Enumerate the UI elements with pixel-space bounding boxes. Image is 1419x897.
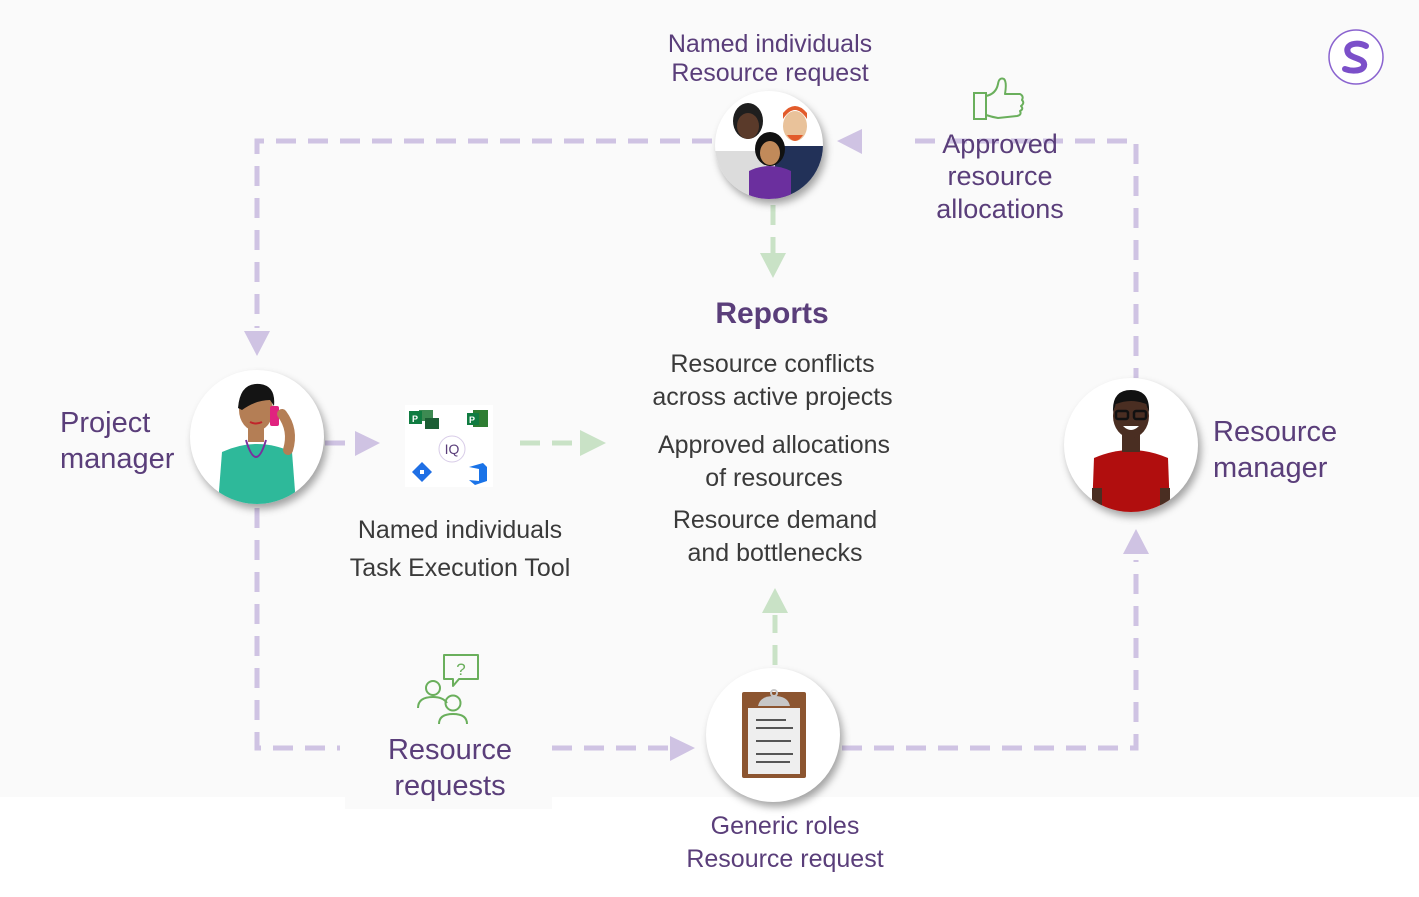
thumbs-up-icon — [972, 76, 1026, 122]
arrowhead-up-reports — [762, 588, 788, 613]
arrowhead-right-clipboard — [670, 736, 695, 761]
arrowhead-up-rm — [1123, 529, 1149, 554]
connector-clipboard-to-rm — [842, 560, 1139, 751]
named-individuals-line1: Named individuals — [667, 30, 873, 58]
arrowhead-down-pm — [244, 331, 270, 356]
clipboard-icon — [742, 689, 806, 778]
resource-manager-illustration — [1092, 390, 1170, 512]
svg-text:P: P — [469, 415, 475, 425]
approved-line2: resource — [947, 161, 1053, 192]
jira-icon — [412, 462, 432, 482]
resource-requests-label: Resource requests — [360, 732, 540, 805]
logo — [1328, 29, 1384, 85]
project-manager-label: Project manager — [60, 405, 190, 478]
tools-line1: Named individuals — [357, 516, 563, 544]
arrowhead-right-reports — [580, 430, 606, 456]
ms-project-desktop-icon: P — [467, 410, 488, 427]
tools-line2: Task Execution Tool — [349, 553, 571, 582]
approved-allocations-label: Approved resource allocations — [920, 128, 1080, 225]
people-question-icon: ? — [415, 652, 481, 726]
reports-title: Reports — [715, 297, 829, 330]
iq-badge-icon: IQ — [438, 435, 466, 463]
arrowhead-left-team — [837, 129, 862, 154]
svg-text:P: P — [412, 414, 418, 424]
report-item-demand: Resource demand and bottlenecks — [640, 504, 910, 569]
team-avatar[interactable] — [715, 91, 823, 199]
report-item-line1: Approved allocations — [657, 431, 891, 459]
report-item-allocations: Approved allocations of resources — [640, 429, 908, 494]
svg-text:?: ? — [456, 660, 465, 679]
approved-line3: allocations — [936, 193, 1064, 224]
report-item-line1: Resource demand — [672, 506, 878, 534]
report-item-line2: across active projects — [652, 382, 893, 411]
project-manager-illustration — [218, 383, 296, 504]
named-individuals-line2: Resource request — [671, 58, 869, 87]
connector-pm-down — [254, 508, 340, 751]
generic-roles-line2: Resource request — [686, 844, 884, 873]
logo-s-icon — [1328, 29, 1384, 85]
tools-label: Named individuals Task Execution Tool — [335, 512, 585, 587]
arrowhead-down-reports — [760, 253, 786, 278]
resource-requests-line2: requests — [394, 770, 506, 803]
project-manager-line2: manager — [60, 443, 175, 476]
resource-manager-line1: Resource — [1213, 416, 1338, 448]
generic-roles-label: Generic roles Resource request — [660, 810, 910, 875]
azure-devops-icon — [469, 463, 487, 485]
resource-requests-line1: Resource — [387, 734, 513, 766]
report-item-line2: of resources — [705, 463, 843, 492]
resource-manager-label: Resource manager — [1213, 414, 1363, 487]
report-item-conflicts: Resource conflicts across active project… — [640, 348, 905, 413]
generic-roles-line1: Generic roles — [710, 812, 860, 840]
team-illustration — [715, 103, 823, 199]
project-manager-avatar[interactable] — [190, 370, 324, 504]
generic-roles-clipboard-node[interactable] — [706, 668, 840, 802]
report-item-line2: and bottlenecks — [687, 538, 863, 567]
connector-top-left — [254, 138, 712, 328]
svg-text:IQ: IQ — [445, 441, 460, 457]
project-manager-line1: Project — [60, 407, 151, 439]
named-individuals-label: Named individuals Resource request — [640, 30, 900, 88]
resource-manager-line2: manager — [1213, 452, 1328, 485]
resource-manager-avatar[interactable] — [1064, 378, 1198, 512]
approved-line1: Approved — [942, 129, 1058, 159]
arrowhead-right-tools — [355, 431, 380, 456]
tools-icon-panel[interactable]: P P IQ — [405, 405, 493, 487]
ms-project-online-icon: P — [409, 410, 439, 429]
report-item-line1: Resource conflicts — [670, 350, 875, 378]
